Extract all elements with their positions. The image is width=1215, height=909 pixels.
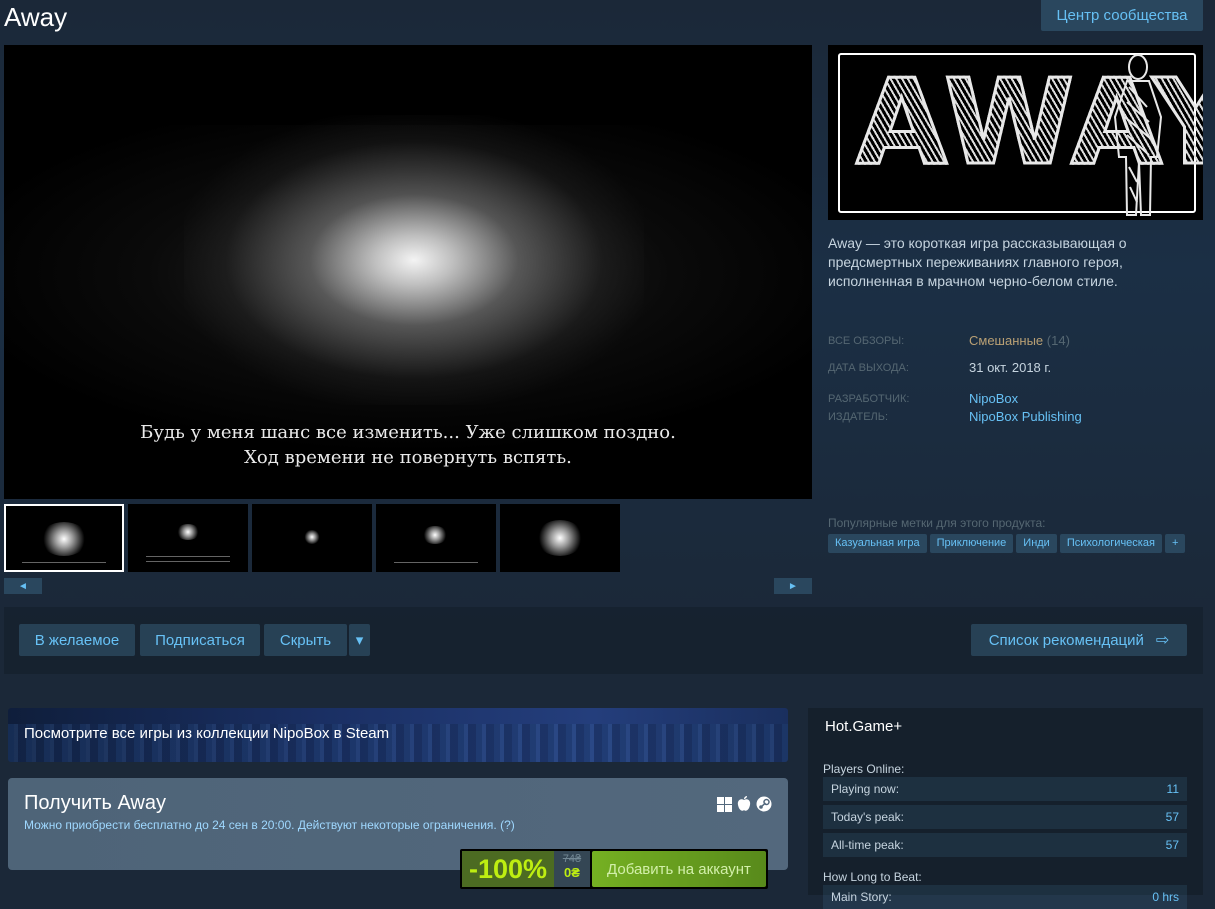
screenshot-subtitle-line1: Будь у меня шанс все изменить... Уже сли… bbox=[140, 422, 676, 443]
publisher-label: ИЗДАТЕЛЬ: bbox=[828, 411, 889, 423]
stat-value: 0 hrs bbox=[1152, 890, 1179, 904]
stat-row-todays-peak: Today's peak: 57 bbox=[823, 805, 1187, 829]
reviews-count: (14) bbox=[1046, 333, 1070, 348]
arrow-right-icon: ⇨ bbox=[1155, 632, 1170, 649]
tag-list: Казуальная игра Приключение Инди Психоло… bbox=[828, 534, 1186, 553]
figure-silhouette-icon bbox=[1113, 54, 1163, 216]
game-description: Away — это короткая игра рассказывающая … bbox=[828, 235, 1127, 289]
thumbnail-4[interactable] bbox=[376, 504, 496, 572]
stat-label: Today's peak: bbox=[831, 810, 905, 824]
screenshot-subtitle-line2: Ход времени не повернуть вспять. bbox=[244, 447, 572, 468]
tag-adventure[interactable]: Приключение bbox=[929, 534, 1014, 553]
tag-indie[interactable]: Инди bbox=[1016, 534, 1057, 553]
screenshot-light bbox=[184, 115, 644, 405]
developer-label: РАЗРАБОТЧИК: bbox=[828, 393, 910, 405]
price-block: -100% 74₴ 0₴ Добавить на аккаунт bbox=[460, 849, 768, 889]
main-screenshot[interactable]: Будь у меня шанс все изменить... Уже сли… bbox=[4, 45, 812, 499]
original-price: 74₴ bbox=[562, 853, 582, 865]
ignore-button[interactable]: Скрыть bbox=[264, 624, 347, 656]
follow-button[interactable]: Подписаться bbox=[140, 624, 260, 656]
release-date-value: 31 окт. 2018 г. bbox=[969, 360, 1052, 375]
tags-label: Популярные метки для этого продукта: bbox=[828, 516, 1046, 530]
stat-label: All-time peak: bbox=[831, 838, 904, 852]
thumbnail-1[interactable] bbox=[4, 504, 124, 572]
tag-psychological[interactable]: Психологическая bbox=[1059, 534, 1162, 553]
windows-icon bbox=[717, 796, 732, 812]
reviews-summary[interactable]: Смешанные (14) bbox=[969, 333, 1070, 348]
thumbnail-5[interactable] bbox=[500, 504, 620, 572]
hotgame-panel: Hot.Game+ Players Online: Playing now: 1… bbox=[808, 708, 1203, 909]
players-online-header: Players Online: bbox=[823, 762, 905, 776]
stat-label: Playing now: bbox=[831, 782, 900, 796]
panel-title: Hot.Game+ bbox=[825, 718, 903, 735]
stat-row-playing-now: Playing now: 11 bbox=[823, 777, 1187, 801]
apple-icon bbox=[737, 796, 751, 811]
tag-casual[interactable]: Казуальная игра bbox=[828, 534, 927, 553]
thumbnail-strip bbox=[4, 504, 620, 572]
reviews-value[interactable]: Смешанные bbox=[969, 333, 1043, 348]
purchase-subtitle: Можно приобрести бесплатно до 24 сен в 2… bbox=[24, 818, 515, 832]
publisher-link[interactable]: NipoBox Publishing bbox=[969, 409, 1082, 424]
wishlist-button[interactable]: В желаемое bbox=[19, 624, 135, 656]
add-to-account-button[interactable]: Добавить на аккаунт bbox=[592, 851, 766, 887]
steam-icon bbox=[756, 796, 772, 812]
thumbnail-scrollbar: ◄ ► bbox=[4, 578, 812, 594]
developer-link[interactable]: NipoBox bbox=[969, 391, 1018, 406]
thumbnail-2[interactable] bbox=[128, 504, 248, 572]
stat-value: 57 bbox=[1165, 838, 1179, 852]
stat-value: 11 bbox=[1166, 782, 1179, 796]
view-queue-label: Список рекомендаций bbox=[988, 631, 1144, 649]
scroll-right-button[interactable]: ► bbox=[774, 578, 812, 594]
thumbnail-3[interactable] bbox=[252, 504, 372, 572]
stat-row-all-time-peak: All-time peak: 57 bbox=[823, 833, 1187, 857]
community-hub-button[interactable]: Центр сообщества bbox=[1041, 0, 1203, 31]
final-price: 0₴ bbox=[564, 865, 580, 880]
price-values: 74₴ 0₴ bbox=[554, 851, 590, 887]
developer-collection-banner[interactable]: Посмотрите все игры из коллекции NipoBox… bbox=[8, 708, 788, 762]
how-long-to-beat-header: How Long to Beat: bbox=[823, 870, 922, 884]
queue-action-bar: В желаемое Подписаться Скрыть ▾ Список р… bbox=[4, 607, 1203, 674]
discount-percent: -100% bbox=[462, 851, 554, 887]
game-capsule-image: AWAY bbox=[828, 45, 1203, 220]
page-title: Away bbox=[4, 2, 68, 32]
reviews-label: ВСЕ ОБЗОРЫ: bbox=[828, 335, 905, 347]
platform-icons bbox=[717, 796, 772, 812]
developer-collection-text: Посмотрите все игры из коллекции NipoBox… bbox=[24, 725, 390, 742]
tag-more-button[interactable]: + bbox=[1164, 534, 1186, 553]
release-date-label: ДАТА ВЫХОДА: bbox=[828, 362, 909, 374]
view-queue-button[interactable]: Список рекомендаций ⇨ bbox=[971, 624, 1187, 656]
stat-label: Main Story: bbox=[831, 890, 892, 904]
ignore-dropdown-button[interactable]: ▾ bbox=[349, 624, 370, 656]
stat-row-main-story: Main Story: 0 hrs bbox=[823, 885, 1187, 909]
scroll-left-button[interactable]: ◄ bbox=[4, 578, 42, 594]
stat-value: 57 bbox=[1165, 810, 1179, 824]
purchase-title: Получить Away bbox=[24, 792, 167, 814]
